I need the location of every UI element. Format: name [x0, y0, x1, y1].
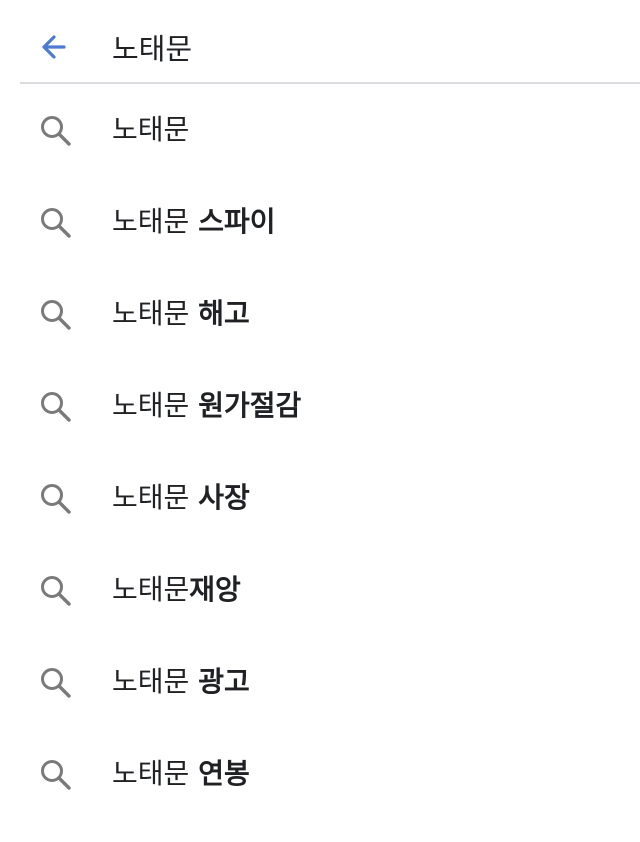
- suggestion-prefix: 노태문: [112, 389, 199, 422]
- suggestion-item[interactable]: 노태문재앙: [0, 544, 640, 636]
- suggestion-text: 노태문 광고: [112, 636, 250, 728]
- suggestion-prefix: 노태문: [112, 665, 199, 698]
- suggestion-item[interactable]: 노태문 광고: [0, 636, 640, 728]
- suggestion-item[interactable]: 노태문 해고: [0, 268, 640, 360]
- suggestion-text: 노태문: [112, 84, 189, 176]
- suggestion-suffix: 원가절감: [198, 389, 302, 422]
- suggestion-prefix: 노태문: [112, 757, 199, 790]
- search-header: [0, 0, 640, 82]
- search-icon: [38, 205, 74, 241]
- suggestion-suffix: 스파이: [198, 205, 276, 238]
- suggestion-prefix: 노태문: [112, 297, 199, 330]
- suggestion-text: 노태문 해고: [112, 268, 250, 360]
- search-icon: [38, 573, 74, 609]
- suggestion-prefix: 노태문: [112, 481, 199, 514]
- back-button[interactable]: [30, 24, 78, 72]
- search-icon: [38, 389, 74, 425]
- suggestion-prefix: 노태문: [112, 205, 199, 238]
- suggestion-item[interactable]: 노태문: [0, 84, 640, 176]
- suggestion-item[interactable]: 노태문 연봉: [0, 728, 640, 820]
- suggestion-suffix: 재앙: [189, 573, 241, 606]
- search-icon: [38, 113, 74, 149]
- suggestion-text: 노태문 원가절감: [112, 360, 301, 452]
- search-input[interactable]: [112, 22, 612, 72]
- suggestion-suffix: 사장: [198, 481, 250, 514]
- suggestion-suffix: 해고: [198, 297, 250, 330]
- search-icon: [38, 665, 74, 701]
- suggestion-prefix: 노태문: [112, 113, 190, 146]
- suggestion-text: 노태문재앙: [112, 544, 241, 636]
- arrow-back-icon: [42, 35, 66, 59]
- suggestion-prefix: 노태문: [112, 573, 190, 606]
- suggestion-text: 노태문 스파이: [112, 176, 275, 268]
- search-icon: [38, 297, 74, 333]
- suggestion-list: 노태문 노태문 스파이 노태문 해고 노태문 원가절감 노태문 사장 노태문재앙…: [0, 84, 640, 820]
- suggestion-suffix: 광고: [198, 665, 250, 698]
- search-icon: [38, 481, 74, 517]
- suggestion-text: 노태문 사장: [112, 452, 250, 544]
- search-icon: [38, 757, 74, 793]
- suggestion-item[interactable]: 노태문 원가절감: [0, 360, 640, 452]
- suggestion-text: 노태문 연봉: [112, 728, 250, 820]
- suggestion-item[interactable]: 노태문 사장: [0, 452, 640, 544]
- suggestion-item[interactable]: 노태문 스파이: [0, 176, 640, 268]
- suggestion-suffix: 연봉: [198, 757, 250, 790]
